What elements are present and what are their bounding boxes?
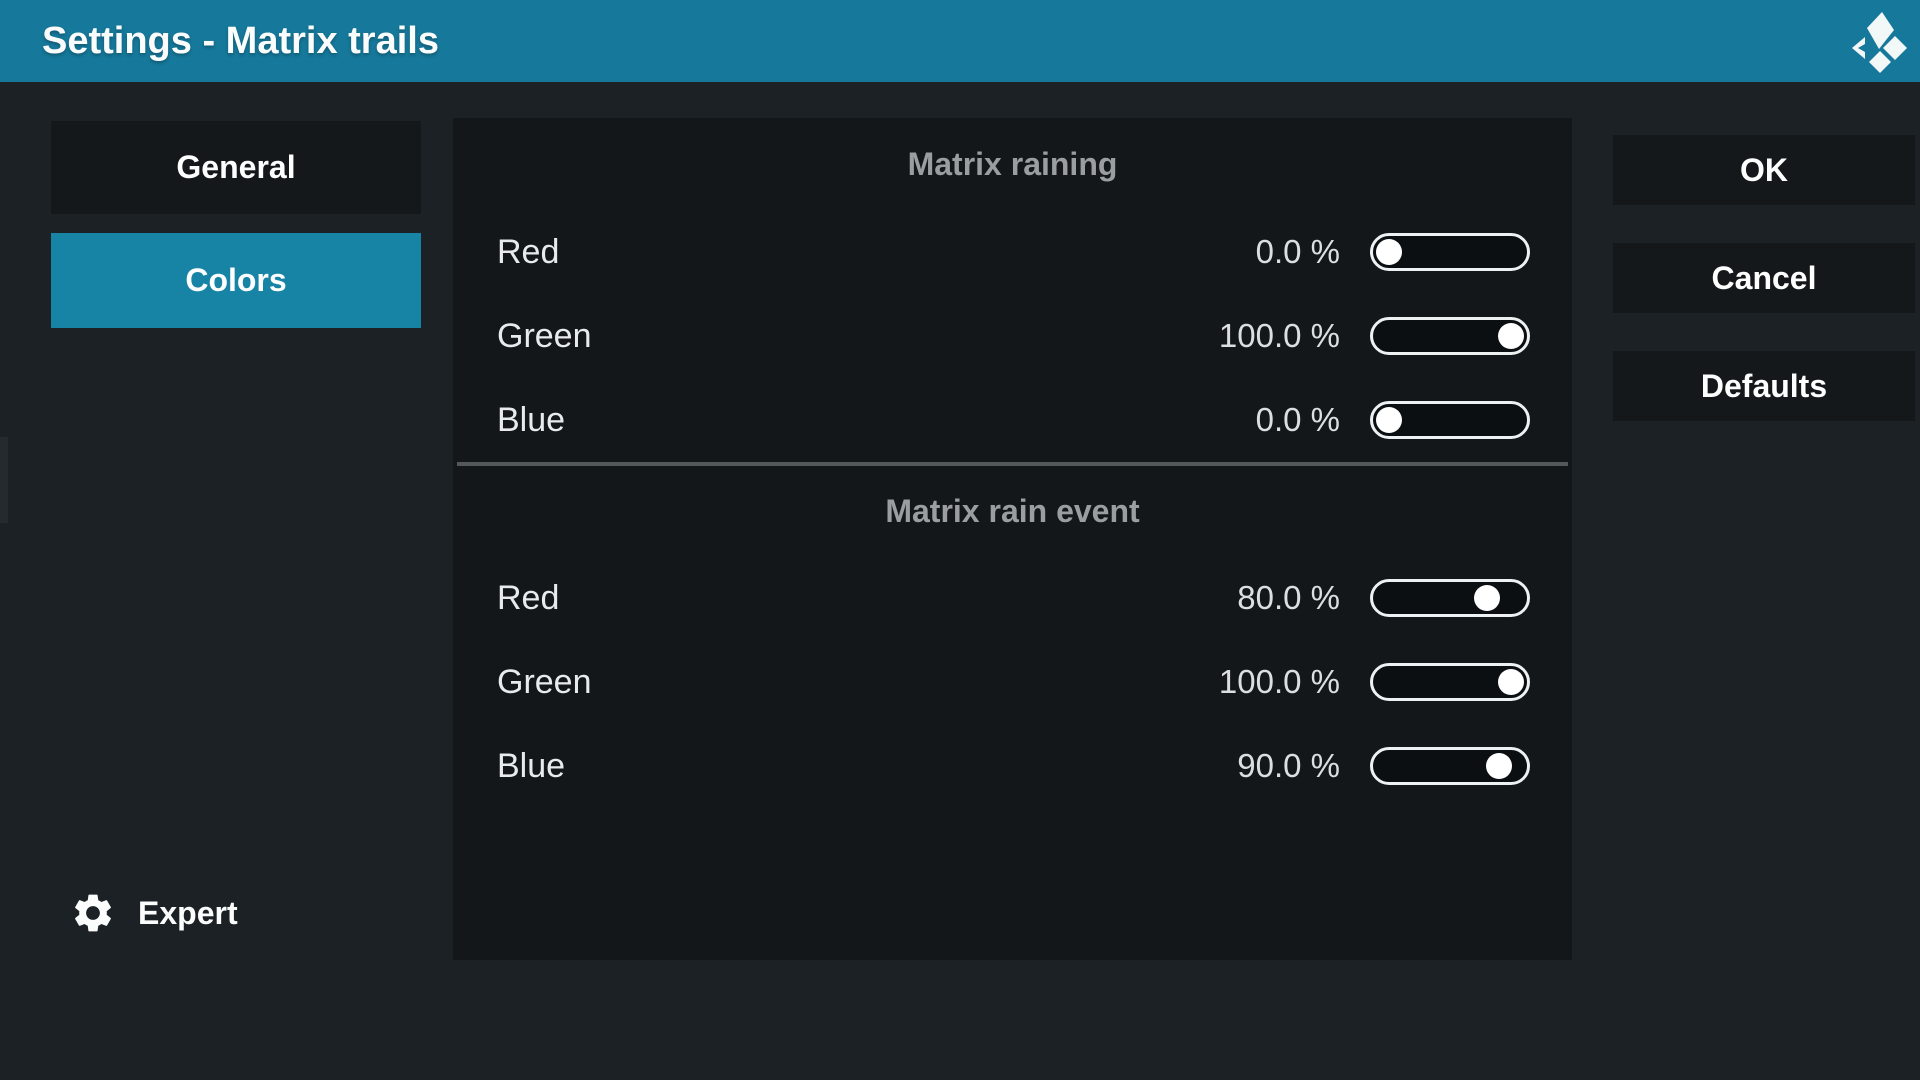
setting-value: 100.0 %: [1190, 663, 1340, 701]
defaults-button[interactable]: Defaults: [1613, 351, 1915, 421]
color-slider[interactable]: [1370, 233, 1530, 271]
scroll-indicator: [0, 437, 8, 523]
section-title: Matrix raining: [453, 118, 1572, 210]
color-slider[interactable]: [1370, 579, 1530, 617]
slider-knob[interactable]: [1498, 669, 1524, 695]
setting-value: 90.0 %: [1190, 747, 1340, 785]
ok-button[interactable]: OK: [1613, 135, 1915, 205]
setting-row-raining-green[interactable]: Green 100.0 %: [453, 294, 1572, 378]
slider-knob[interactable]: [1486, 753, 1512, 779]
settings-level-toggle[interactable]: Expert: [70, 888, 238, 938]
section-title: Matrix rain event: [453, 466, 1572, 556]
setting-label: Red: [497, 579, 1190, 618]
setting-label: Blue: [497, 401, 1190, 440]
setting-row-raining-blue[interactable]: Blue 0.0 %: [453, 378, 1572, 462]
setting-value: 0.0 %: [1190, 401, 1340, 439]
color-slider[interactable]: [1370, 663, 1530, 701]
slider-knob[interactable]: [1498, 323, 1524, 349]
dialog-header: Settings - Matrix trails: [0, 0, 1920, 82]
setting-row-event-red[interactable]: Red 80.0 %: [453, 556, 1572, 640]
sidebar-item-colors[interactable]: Colors: [51, 233, 421, 328]
settings-panel: Matrix raining Red 0.0 % Green 100.0 % B…: [453, 118, 1572, 960]
settings-level-label: Expert: [138, 895, 238, 932]
kodi-logo-icon: [1848, 11, 1910, 73]
cancel-button[interactable]: Cancel: [1613, 243, 1915, 313]
color-slider[interactable]: [1370, 317, 1530, 355]
setting-row-event-blue[interactable]: Blue 90.0 %: [453, 724, 1572, 808]
setting-label: Green: [497, 663, 1190, 702]
dialog-title: Settings - Matrix trails: [42, 20, 439, 63]
setting-label: Green: [497, 317, 1190, 356]
setting-value: 0.0 %: [1190, 233, 1340, 271]
setting-label: Red: [497, 233, 1190, 272]
setting-row-event-green[interactable]: Green 100.0 %: [453, 640, 1572, 724]
setting-value: 100.0 %: [1190, 317, 1340, 355]
color-slider[interactable]: [1370, 747, 1530, 785]
slider-knob[interactable]: [1376, 407, 1402, 433]
slider-knob[interactable]: [1376, 239, 1402, 265]
setting-row-raining-red[interactable]: Red 0.0 %: [453, 210, 1572, 294]
slider-knob[interactable]: [1474, 585, 1500, 611]
sidebar-item-general[interactable]: General: [51, 121, 421, 214]
setting-value: 80.0 %: [1190, 579, 1340, 617]
gear-icon: [70, 890, 116, 936]
color-slider[interactable]: [1370, 401, 1530, 439]
setting-label: Blue: [497, 747, 1190, 786]
